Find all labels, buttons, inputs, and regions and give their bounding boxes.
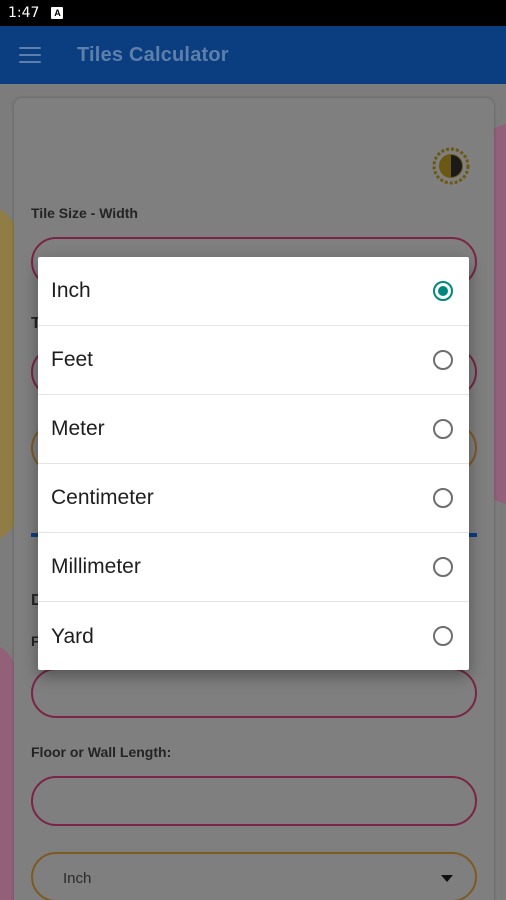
unit-option-yard[interactable]: Yard <box>38 602 469 671</box>
unit-option-label: Inch <box>51 279 91 302</box>
unit-option-meter[interactable]: Meter <box>38 395 469 464</box>
unit-option-label: Meter <box>51 417 105 440</box>
radio-unselected-icon[interactable] <box>433 626 453 646</box>
app-title: Tiles Calculator <box>77 43 229 66</box>
hamburger-menu-icon[interactable] <box>19 47 41 63</box>
radio-unselected-icon[interactable] <box>433 557 453 577</box>
notification-icon: A <box>51 7 64 19</box>
tile-width-label: Tile Size - Width <box>31 205 138 221</box>
floor-length-input[interactable] <box>31 776 477 826</box>
unit-option-inch[interactable]: Inch <box>38 257 469 326</box>
unit-option-feet[interactable]: Feet <box>38 326 469 395</box>
unit-option-centimeter[interactable]: Centimeter <box>38 464 469 533</box>
unit-option-millimeter[interactable]: Millimeter <box>38 533 469 602</box>
floor-width-input[interactable] <box>31 668 477 718</box>
floor-length-label: Floor or Wall Length: <box>31 744 172 760</box>
unit-option-label: Feet <box>51 348 94 371</box>
unit-option-label: Centimeter <box>51 486 154 509</box>
status-bar: 1:47 A <box>0 0 506 26</box>
radio-selected-icon[interactable] <box>433 281 453 301</box>
radio-unselected-icon[interactable] <box>433 488 453 508</box>
dropdown-arrow-icon <box>441 875 453 882</box>
radio-unselected-icon[interactable] <box>433 350 453 370</box>
decorative-shape-pink-bottom <box>0 644 15 900</box>
floor-unit-select[interactable]: Inch <box>31 852 477 900</box>
unit-selection-dialog: Inch Feet Meter Centimeter Millimeter Ya… <box>38 257 469 670</box>
unit-option-label: Yard <box>51 624 94 648</box>
theme-toggle-icon[interactable] <box>431 146 471 186</box>
status-time: 1:47 <box>8 5 40 21</box>
radio-unselected-icon[interactable] <box>433 419 453 439</box>
floor-unit-select-value: Inch <box>63 870 92 887</box>
app-bar: Tiles Calculator <box>0 26 506 84</box>
unit-option-label: Millimeter <box>51 555 141 578</box>
